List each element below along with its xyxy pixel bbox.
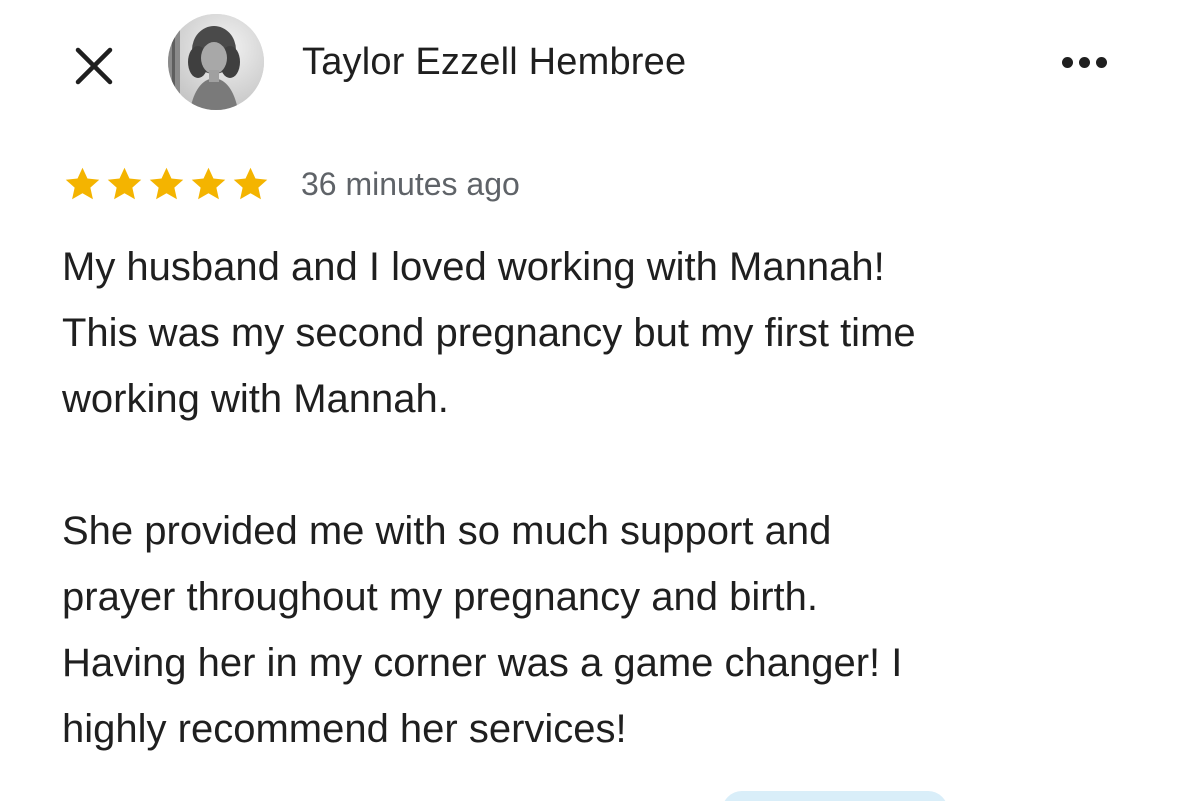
author-name[interactable]: Taylor Ezzell Hembree bbox=[302, 40, 686, 84]
star-icon bbox=[149, 167, 184, 199]
close-button[interactable] bbox=[66, 38, 122, 94]
avatar-photo bbox=[168, 14, 264, 110]
star-rating bbox=[62, 164, 271, 205]
avatar[interactable] bbox=[168, 14, 264, 110]
star-icon bbox=[107, 167, 142, 199]
review-timestamp: 36 minutes ago bbox=[301, 166, 520, 202]
review-paragraph: My husband and I loved working with Mann… bbox=[62, 245, 916, 421]
star-icon bbox=[233, 167, 268, 199]
close-icon bbox=[75, 47, 113, 85]
review-text: My husband and I loved working with Mann… bbox=[62, 234, 1142, 762]
more-horizontal-icon bbox=[1078, 56, 1090, 68]
action-chip[interactable] bbox=[722, 791, 948, 801]
review-paragraph: She provided me with so much support and… bbox=[62, 509, 903, 751]
more-horizontal-icon bbox=[1095, 56, 1107, 68]
star-icon bbox=[191, 167, 226, 199]
more-horizontal-icon bbox=[1061, 56, 1073, 68]
more-options-button[interactable] bbox=[1052, 44, 1116, 80]
star-icon bbox=[65, 167, 100, 199]
review-detail-screen: Taylor Ezzell Hembree 36 minutes ago My … bbox=[0, 0, 1179, 801]
rating-row: 36 minutes ago bbox=[62, 160, 520, 208]
review-header: Taylor Ezzell Hembree bbox=[0, 0, 1179, 130]
